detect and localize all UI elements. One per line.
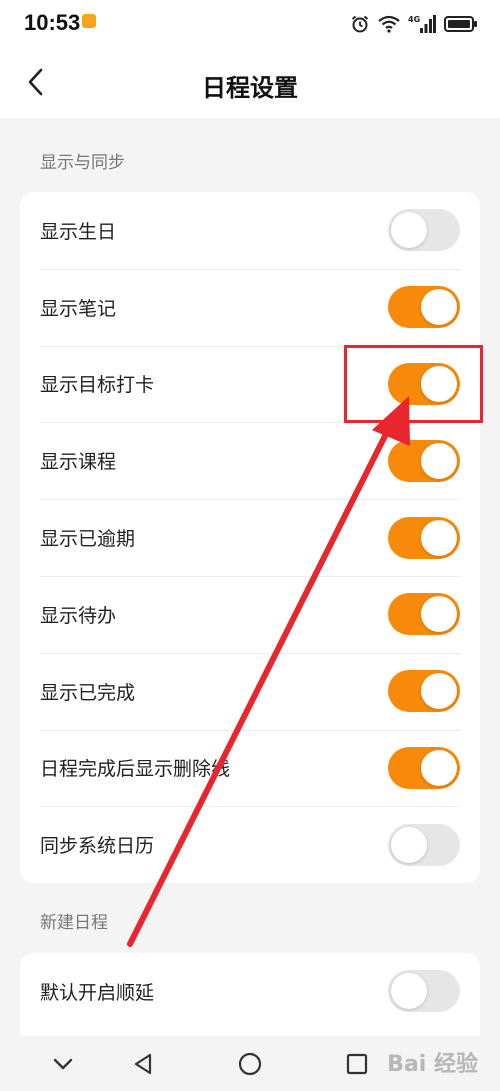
triangle-back-icon	[134, 1053, 152, 1075]
setting-label: 显示目标打卡	[40, 374, 155, 397]
alarm-icon	[351, 15, 369, 33]
watermark-logo: Bai 经验	[387, 1052, 478, 1077]
setting-row-show-completed[interactable]: 显示已完成	[20, 652, 480, 730]
section-label-new-schedule: 新建日程	[40, 913, 108, 933]
toggle-switch[interactable]	[388, 970, 460, 1013]
nav-recents-button[interactable]	[342, 1049, 372, 1079]
toggle-switch[interactable]	[388, 823, 460, 866]
setting-row-show-overdue[interactable]: 显示已逾期	[20, 499, 480, 576]
toggle-switch[interactable]	[388, 439, 460, 482]
setting-label: 显示笔记	[40, 297, 117, 320]
setting-label: 显示已完成	[40, 681, 136, 704]
square-recents-icon	[346, 1053, 368, 1075]
circle-home-icon	[238, 1052, 262, 1076]
setting-row-strikethrough-completed[interactable]: 日程完成后显示删除线	[20, 729, 480, 807]
toggle-knob	[391, 826, 427, 863]
nav-back-button[interactable]	[128, 1049, 158, 1079]
status-time: 10:53	[24, 10, 81, 35]
settings-card-new-schedule: 默认开启顺延	[20, 953, 480, 1036]
header: 日程设置	[0, 48, 500, 118]
setting-label: 显示生日	[40, 220, 117, 243]
toggle-switch[interactable]	[388, 746, 460, 789]
settings-card-display-sync: 显示生日 显示笔记 显示目标打卡 显示课程 显示已逾期 显示待办 显示已完成 日…	[20, 192, 480, 883]
setting-label: 默认开启顺延	[40, 981, 155, 1004]
toggle-knob	[421, 289, 457, 326]
page-title: 日程设置	[202, 74, 298, 102]
setting-label: 显示待办	[40, 604, 117, 627]
toggle-knob	[421, 596, 457, 633]
section-label-display-sync: 显示与同步	[40, 153, 125, 173]
setting-row-default-postpone[interactable]: 默认开启顺延	[20, 953, 480, 1030]
toggle-knob	[391, 212, 427, 249]
setting-row-show-notes[interactable]: 显示笔记	[20, 268, 480, 346]
setting-label: 日程完成后显示删除线	[40, 758, 231, 781]
toggle-switch[interactable]	[388, 670, 460, 713]
annotation-highlight-box	[344, 345, 483, 423]
toggle-knob	[421, 519, 457, 556]
status-bar: 10:53 4G	[0, 0, 500, 48]
toggle-switch[interactable]	[388, 593, 460, 636]
notification-icon	[82, 14, 96, 28]
svg-text:4G: 4G	[408, 15, 420, 24]
setting-row-show-todo[interactable]: 显示待办	[20, 575, 480, 653]
signal-icon: 4G	[408, 15, 436, 33]
nav-collapse-button[interactable]	[48, 1049, 78, 1079]
toggle-switch[interactable]	[388, 286, 460, 329]
status-icons: 4G	[350, 12, 478, 36]
setting-label: 同步系统日历	[40, 835, 155, 858]
setting-row-sync-system-calendar[interactable]: 同步系统日历	[20, 806, 480, 883]
toggle-switch[interactable]	[388, 209, 460, 252]
chevron-down-icon	[53, 1058, 73, 1070]
battery-icon	[444, 16, 477, 32]
toggle-knob	[391, 973, 427, 1010]
toggle-switch[interactable]	[388, 516, 460, 559]
wifi-icon	[378, 15, 400, 33]
setting-row-show-courses[interactable]: 显示课程	[20, 422, 480, 499]
nav-home-button[interactable]	[235, 1049, 265, 1079]
setting-label: 显示已逾期	[40, 528, 136, 551]
setting-row-show-birthday[interactable]: 显示生日	[20, 192, 480, 269]
setting-label: 显示课程	[40, 451, 117, 474]
toggle-knob	[421, 749, 457, 786]
toggle-knob	[421, 673, 457, 710]
toggle-knob	[421, 442, 457, 479]
